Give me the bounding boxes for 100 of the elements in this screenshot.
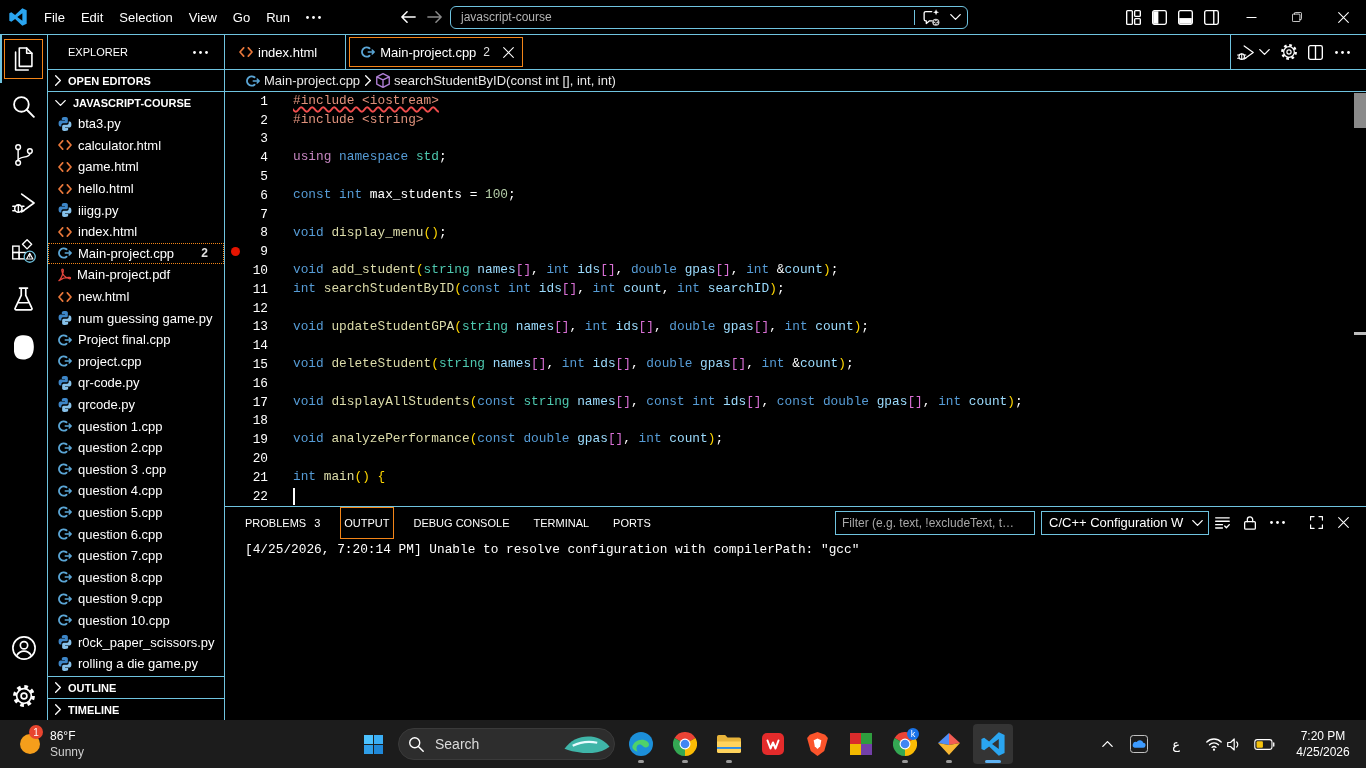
tree-item[interactable]: project.cpp — [48, 350, 224, 373]
panel-tab[interactable]: OUTPUT — [341, 507, 393, 538]
tree-item[interactable]: question 4.cpp — [48, 480, 224, 502]
section-header[interactable]: JAVASCRIPT-COURSE — [48, 91, 224, 113]
panel-bottom-icon[interactable] — [1177, 9, 1193, 25]
chat-sparkle-icon[interactable] — [923, 8, 940, 26]
python-file-icon — [58, 635, 72, 650]
sidebar-right-icon[interactable] — [1203, 9, 1219, 25]
tree-item[interactable]: qr-code.py — [48, 372, 224, 394]
tree-item[interactable]: qrcode.py — [48, 393, 224, 416]
tree-item[interactable]: question 1.cpp — [48, 415, 224, 437]
html-file-icon — [58, 183, 72, 194]
tree-item[interactable]: question 3 .cpp — [48, 458, 224, 481]
line-number: 4 — [259, 150, 268, 166]
tree-item[interactable]: question 7.cpp — [48, 544, 224, 567]
taskbar-app-button[interactable]: k — [885, 724, 925, 764]
shield-app-icon — [806, 732, 828, 756]
play-bug-icon[interactable] — [1237, 44, 1254, 60]
tree-item[interactable]: question 6.cpp — [48, 523, 224, 545]
tree-item[interactable]: bta3.py — [48, 113, 224, 135]
cpp-file-icon — [58, 614, 72, 627]
tree-item[interactable]: question 9.cpp — [48, 588, 224, 610]
problem-count: 2 — [201, 246, 208, 261]
cpp-file-icon — [58, 528, 72, 541]
speaker-icon[interactable] — [1227, 737, 1240, 751]
section-header[interactable]: OUTLINE — [48, 676, 224, 698]
panel-tab[interactable]: PORTS — [610, 507, 654, 538]
cloud-icon[interactable] — [1130, 735, 1149, 753]
tree-item[interactable]: question 5.cpp — [48, 501, 224, 524]
lock-icon[interactable] — [1244, 515, 1256, 530]
python-file-icon — [58, 311, 72, 326]
cpp-file-icon — [58, 592, 72, 605]
menu-item[interactable]: View — [180, 5, 225, 29]
chevron-down-icon[interactable] — [1259, 49, 1270, 55]
clock-time[interactable]: 7:20 PM — [1300, 728, 1346, 744]
wifi-icon[interactable] — [1206, 737, 1222, 751]
sun-icon — [20, 734, 40, 754]
line-number: 7 — [259, 206, 268, 222]
output-channel-dropdown[interactable]: C/C++ Configuration W — [1041, 510, 1209, 535]
split-editor-icon[interactable] — [1308, 44, 1323, 60]
tree-item[interactable]: Main-project.pdf — [48, 264, 224, 286]
folder-app-icon — [717, 732, 741, 756]
arrow-right-icon[interactable] — [426, 11, 442, 23]
panel-tab[interactable]: DEBUG CONSOLE — [410, 507, 513, 538]
input-language-indicator[interactable]: ع — [1172, 736, 1180, 752]
filter-field[interactable]: Filter (e.g. text, !excludeText, t… — [835, 510, 1035, 535]
output-line: [4/25/2026, 7:20:14 PM] Unable to resolve configuration with compilerPath: "gcc" — [245, 541, 861, 558]
command-center[interactable]: javascript-course — [450, 5, 968, 29]
tree-item[interactable]: new.html — [48, 285, 224, 308]
tree-item[interactable]: Project final.cpp — [48, 328, 224, 351]
settings-icon[interactable] — [1281, 44, 1297, 60]
arrow-left-icon[interactable] — [400, 11, 416, 23]
tree-item[interactable]: question 2.cpp — [48, 436, 224, 459]
line-number: 3 — [259, 131, 268, 147]
tree-item[interactable]: question 8.cpp — [48, 566, 224, 589]
panel-tab[interactable]: PROBLEMS 3 — [242, 507, 324, 538]
close-icon[interactable] — [1337, 11, 1349, 23]
clock-date[interactable]: 4/25/2026 — [1296, 744, 1350, 760]
menu-item[interactable]: Selection — [111, 5, 181, 29]
breadcrumb-item[interactable]: Main-project.cpp — [246, 73, 361, 88]
more-icon[interactable] — [1270, 521, 1285, 524]
maximize-icon[interactable] — [1310, 516, 1323, 529]
menu-item[interactable]: Run — [258, 5, 298, 29]
lines-icon[interactable] — [1215, 516, 1230, 529]
editor-tab[interactable]: Main-project.cpp 2 — [347, 35, 526, 69]
more-icon[interactable] — [306, 15, 321, 19]
menu-item[interactable]: Edit — [72, 5, 112, 29]
chevron-down-icon[interactable] — [950, 14, 961, 20]
tree-item[interactable]: Main-project.cpp 2 — [48, 242, 224, 265]
more-icon[interactable] — [193, 50, 208, 54]
layout-icon[interactable] — [1125, 9, 1141, 25]
menu-item[interactable]: Go — [224, 5, 259, 29]
tree-item[interactable]: r0ck_paper_scissors.py — [48, 631, 224, 653]
close-icon[interactable] — [503, 46, 515, 58]
close-icon[interactable] — [1338, 517, 1349, 528]
breadcrumb-item[interactable]: searchStudentByID(const int [], int, int) — [376, 73, 616, 88]
battery-icon[interactable] — [1254, 738, 1275, 750]
tree-item[interactable]: num guessing game.py — [48, 307, 224, 329]
tree-item[interactable]: question 10.cpp — [48, 609, 224, 632]
tree-item[interactable]: hello.html — [48, 177, 224, 200]
menu-item[interactable]: File — [36, 5, 73, 29]
tree-item[interactable]: rolling a die game.py — [48, 652, 224, 675]
four-squares-icon[interactable] — [363, 734, 383, 754]
chevron-up-icon[interactable] — [1102, 741, 1114, 747]
panel-tab[interactable]: TERMINAL — [530, 507, 593, 538]
code-line: using namespace std; — [293, 148, 447, 167]
tree-item[interactable]: iiigg.py — [48, 199, 224, 221]
tree-item[interactable]: index.html — [48, 220, 224, 243]
scrollbar-thumb[interactable] — [1354, 93, 1366, 128]
line-number: 19 — [251, 432, 268, 448]
editor-tab[interactable]: index.html — [225, 35, 347, 69]
section-header[interactable]: OPEN EDITORS — [48, 69, 224, 91]
code-line: void display_menu(); — [293, 223, 447, 242]
minimize-icon[interactable] — [1245, 16, 1257, 18]
search-field[interactable]: Search — [398, 728, 615, 760]
restore-icon[interactable] — [1292, 12, 1302, 22]
tree-item[interactable]: calculator.html — [48, 134, 224, 157]
sidebar-left-icon[interactable] — [1151, 9, 1167, 25]
more-icon[interactable] — [1335, 50, 1350, 54]
tree-item[interactable]: game.html — [48, 156, 224, 178]
